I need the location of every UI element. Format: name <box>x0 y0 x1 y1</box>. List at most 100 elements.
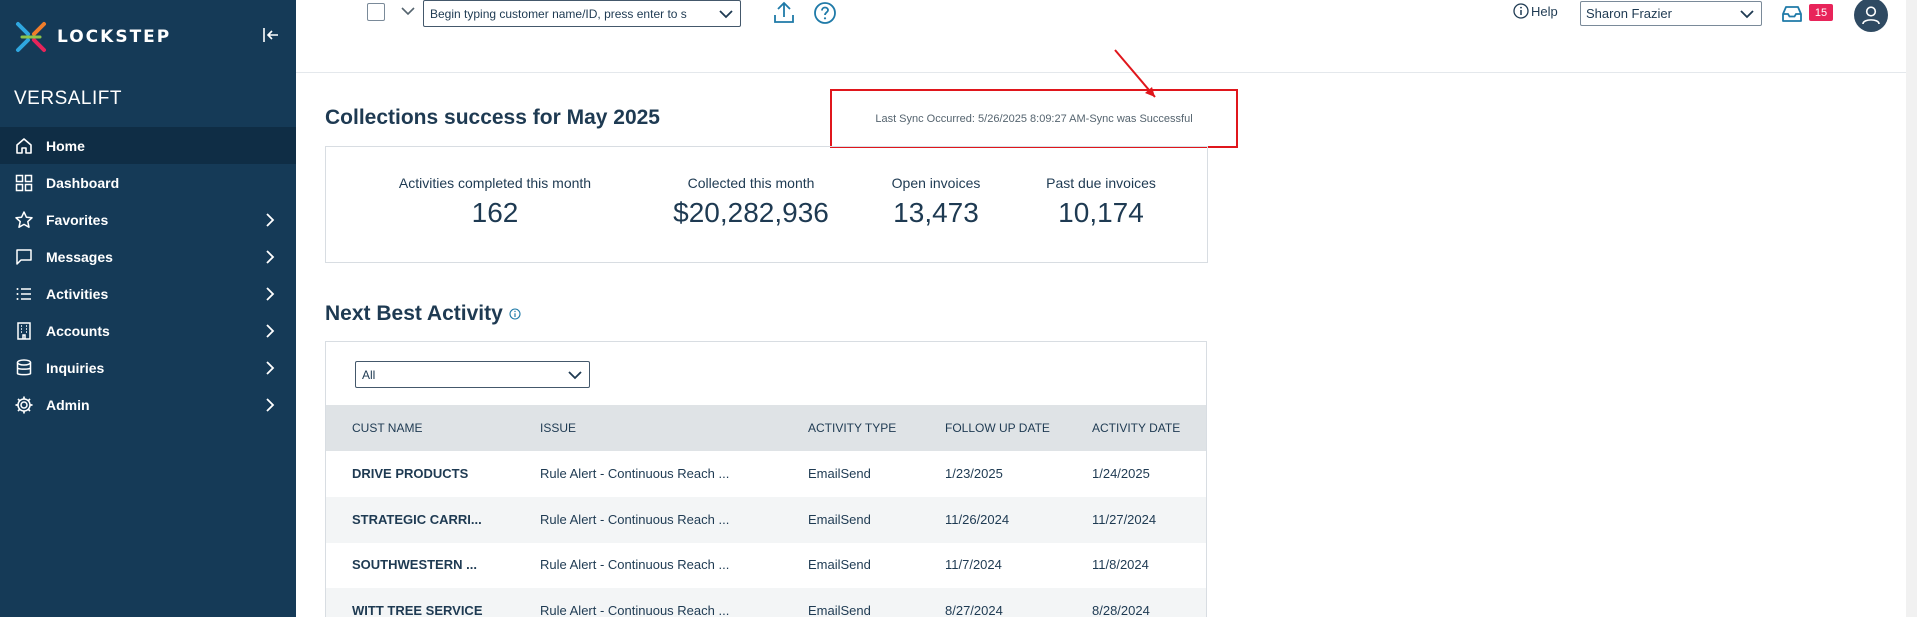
collapse-left-icon <box>263 28 278 42</box>
question-circle-icon <box>814 2 836 24</box>
sidebar-item-label: Messages <box>46 248 113 265</box>
cell-follow-up-date: 1/23/2025 <box>945 466 1003 481</box>
cell-activity-type: EmailSend <box>808 466 871 481</box>
chevron-down-icon <box>1740 10 1754 19</box>
stat-collected: Collected this month $20,282,936 <box>651 175 851 229</box>
chevron-right-icon <box>266 398 275 412</box>
help-question-button[interactable] <box>813 1 837 25</box>
help-link[interactable]: Help <box>1513 3 1558 19</box>
cell-activity-date: 8/28/2024 <box>1092 603 1150 617</box>
chevron-right-icon <box>266 361 275 375</box>
stat-value: 162 <box>471 197 519 228</box>
stat-label: Collected this month <box>687 175 815 191</box>
select-all-checkbox[interactable] <box>367 3 385 21</box>
tenant-name: VERSALIFT <box>14 88 122 109</box>
lockstep-logo-icon <box>16 22 46 52</box>
app-root: LOCKSTEP VERSALIFT Home Dashboard Favori… <box>0 0 1917 617</box>
logo-text: LOCKSTEP <box>57 27 172 47</box>
cell-activity-date: 11/8/2024 <box>1092 557 1149 572</box>
customer-search[interactable] <box>423 0 741 27</box>
chevron-right-icon <box>266 324 275 338</box>
stat-open-invoices: Open invoices 13,473 <box>871 175 1001 229</box>
inbox-icon <box>1782 6 1802 22</box>
stat-value: 10,174 <box>1058 197 1144 228</box>
cell-activity-type: EmailSend <box>808 603 871 617</box>
sidebar-item-admin[interactable]: Admin <box>0 386 296 423</box>
star-icon <box>14 210 34 230</box>
sidebar-item-dashboard[interactable]: Dashboard <box>0 164 296 201</box>
annotation-arrow <box>1114 49 1156 98</box>
sidebar-item-messages[interactable]: Messages <box>0 238 296 275</box>
filter-value: All <box>362 367 376 382</box>
sidebar-item-favorites[interactable]: Favorites <box>0 201 296 238</box>
sidebar-nav: Home Dashboard Favorites Messages Activi… <box>0 127 296 423</box>
cell-cust-name[interactable]: WITT TREE SERVICE <box>352 588 483 617</box>
column-header-activity-type[interactable]: ACTIVITY TYPE <box>808 405 896 451</box>
gear-icon <box>14 395 34 415</box>
info-circle-icon <box>1513 3 1529 19</box>
user-name: Sharon Frazier <box>1586 6 1672 21</box>
inbox-button[interactable] <box>1780 4 1804 24</box>
collapse-sidebar-button[interactable] <box>258 22 284 48</box>
list-icon <box>14 284 34 304</box>
cell-activity-type: EmailSend <box>808 512 871 527</box>
info-icon[interactable] <box>509 308 521 320</box>
sidebar-item-activities[interactable]: Activities <box>0 275 296 312</box>
sync-status-text: Last Sync Occurred: 5/26/2025 8:09:27 AM… <box>875 112 1193 125</box>
chevron-down-icon <box>568 371 582 380</box>
sidebar-item-label: Accounts <box>46 322 110 339</box>
cell-follow-up-date: 8/27/2024 <box>945 603 1003 617</box>
page-title: Collections success for May 2025 <box>325 106 660 129</box>
collections-stats-card: Activities completed this month 162 Coll… <box>325 146 1208 263</box>
avatar[interactable] <box>1854 0 1888 32</box>
table-row[interactable]: SOUTHWESTERN ... Rule Alert - Continuous… <box>326 542 1206 588</box>
brand-logo[interactable]: LOCKSTEP <box>14 20 171 54</box>
sync-status: Last Sync Occurred: 5/26/2025 8:09:27 AM… <box>830 89 1238 148</box>
column-header-activity-date[interactable]: ACTIVITY DATE <box>1092 405 1180 451</box>
page-scrollbar[interactable] <box>1906 0 1917 617</box>
column-header-cust-name[interactable]: CUST NAME <box>352 405 422 451</box>
sidebar-item-label: Admin <box>46 396 90 413</box>
inbox-count-badge: 15 <box>1809 4 1833 21</box>
user-icon <box>1862 6 1880 25</box>
chevron-right-icon <box>266 213 275 227</box>
section-title-text: Next Best Activity <box>325 302 503 325</box>
sidebar: LOCKSTEP VERSALIFT Home Dashboard Favori… <box>0 0 296 617</box>
cell-activity-type: EmailSend <box>808 557 871 572</box>
cell-cust-name[interactable]: STRATEGIC CARRI... <box>352 497 482 543</box>
column-header-issue[interactable]: ISSUE <box>540 405 576 451</box>
stat-label: Open invoices <box>891 175 981 191</box>
table-row[interactable]: DRIVE PRODUCTS Rule Alert - Continuous R… <box>326 451 1206 497</box>
cell-cust-name[interactable]: SOUTHWESTERN ... <box>352 542 477 588</box>
user-select[interactable]: Sharon Frazier <box>1580 1 1762 26</box>
sidebar-item-label: Activities <box>46 285 109 302</box>
sidebar-item-inquiries[interactable]: Inquiries <box>0 349 296 386</box>
next-best-activity-card: All CUST NAME ISSUE ACTIVITY TYPE FOLLOW… <box>325 341 1207 617</box>
cell-issue: Rule Alert - Continuous Reach ... <box>540 603 730 617</box>
stat-activities-completed: Activities completed this month 162 <box>385 175 605 229</box>
stat-past-due-invoices: Past due invoices 10,174 <box>1026 175 1176 229</box>
sidebar-item-label: Home <box>46 137 85 154</box>
upload-button[interactable] <box>772 0 796 26</box>
chevron-down-icon[interactable] <box>718 7 734 21</box>
activity-filter-select[interactable]: All <box>355 361 590 388</box>
chevron-down-icon[interactable] <box>400 4 416 18</box>
table-row[interactable]: WITT TREE SERVICE Rule Alert - Continuou… <box>326 588 1206 617</box>
database-icon <box>14 358 34 378</box>
sidebar-item-label: Dashboard <box>46 174 120 191</box>
sidebar-item-accounts[interactable]: Accounts <box>0 312 296 349</box>
cell-activity-date: 1/24/2025 <box>1092 466 1150 481</box>
cell-cust-name[interactable]: DRIVE PRODUCTS <box>352 451 468 497</box>
chevron-right-icon <box>266 250 275 264</box>
dashboard-icon <box>14 173 34 193</box>
home-icon <box>14 136 34 156</box>
cell-issue: Rule Alert - Continuous Reach ... <box>540 557 730 572</box>
table-row[interactable]: STRATEGIC CARRI... Rule Alert - Continuo… <box>326 497 1206 543</box>
cell-follow-up-date: 11/26/2024 <box>945 512 1010 527</box>
cell-follow-up-date: 11/7/2024 <box>945 557 1002 572</box>
column-header-follow-up-date[interactable]: FOLLOW UP DATE <box>945 405 1050 451</box>
sidebar-item-home[interactable]: Home <box>0 127 296 164</box>
customer-search-input[interactable] <box>430 6 700 21</box>
cell-issue: Rule Alert - Continuous Reach ... <box>540 512 730 527</box>
sidebar-item-label: Inquiries <box>46 359 105 376</box>
